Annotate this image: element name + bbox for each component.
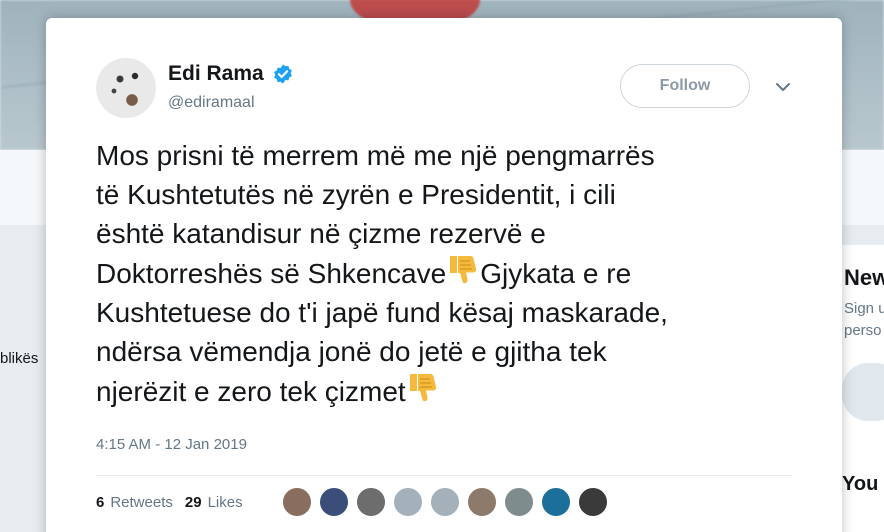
tweet-text-line: Kushtetuese do t'i japë fund kësaj maska…	[96, 297, 668, 328]
tweet-text-line: është katandisur në çizme rezervë e	[96, 218, 546, 249]
background-panel-line: perso	[844, 322, 882, 339]
liker-avatar[interactable]	[578, 487, 608, 517]
divider	[96, 475, 792, 476]
follow-button[interactable]: Follow	[620, 64, 750, 108]
background-right-panel-2: You	[836, 465, 884, 532]
avatar[interactable]	[96, 58, 156, 118]
likes-count: 29	[184, 494, 202, 511]
verified-badge-icon	[274, 64, 292, 84]
likers-avatars	[282, 487, 608, 517]
likes-label: Likes	[207, 494, 243, 511]
likes-stat[interactable]: 29 Likes	[185, 494, 243, 511]
chevron-down-icon[interactable]	[774, 78, 792, 96]
background-left-text: blikës	[0, 350, 39, 367]
liker-avatar[interactable]	[393, 487, 423, 517]
tweet-text-line: të Kushtetutës në zyrën e Presidentit, i…	[96, 179, 616, 210]
tweet-text-line: Mos prisni të merrem më me një pengmarrë…	[96, 140, 655, 171]
background-panel-button	[842, 363, 884, 421]
tweet-text-line: Doktorreshës së Shkencave	[96, 258, 447, 289]
thumbs-down-emoji-icon	[409, 374, 436, 402]
tweet-stats: 6 Retweets 29 Likes	[96, 494, 255, 511]
liker-avatar[interactable]	[430, 487, 460, 517]
liker-avatar[interactable]	[467, 487, 497, 517]
liker-avatar[interactable]	[319, 487, 349, 517]
tweet-text-line: ndërsa vëmendja jonë do jetë e gjitha te…	[96, 336, 607, 367]
liker-avatar[interactable]	[504, 487, 534, 517]
tweet-text: Mos prisni të merrem më me një pengmarrë…	[96, 136, 816, 411]
tweet-card: Edi Rama @ediramaal Follow Mos prisni të…	[46, 18, 842, 532]
author-name[interactable]: Edi Rama	[168, 62, 264, 86]
retweets-count: 6	[96, 494, 105, 511]
background-panel-title-2: You	[842, 473, 879, 495]
author-handle[interactable]: @ediramaal	[168, 94, 255, 112]
retweets-stat[interactable]: 6 Retweets	[96, 494, 173, 511]
background-panel-title: New	[844, 265, 884, 290]
background-right-panel: New Sign u perso	[836, 245, 884, 465]
tweet-text-line: Gjykata e re	[480, 258, 632, 289]
tweet-timestamp[interactable]: 4:15 AM - 12 Jan 2019	[96, 436, 247, 453]
liker-avatar[interactable]	[282, 487, 312, 517]
tweet-text-line: njerëzit e zero tek çizmet	[96, 376, 406, 407]
liker-avatar[interactable]	[541, 487, 571, 517]
retweets-label: Retweets	[110, 494, 173, 511]
liker-avatar[interactable]	[356, 487, 386, 517]
background-panel-line: Sign u	[844, 300, 884, 317]
thumbs-down-emoji-icon	[450, 256, 477, 284]
